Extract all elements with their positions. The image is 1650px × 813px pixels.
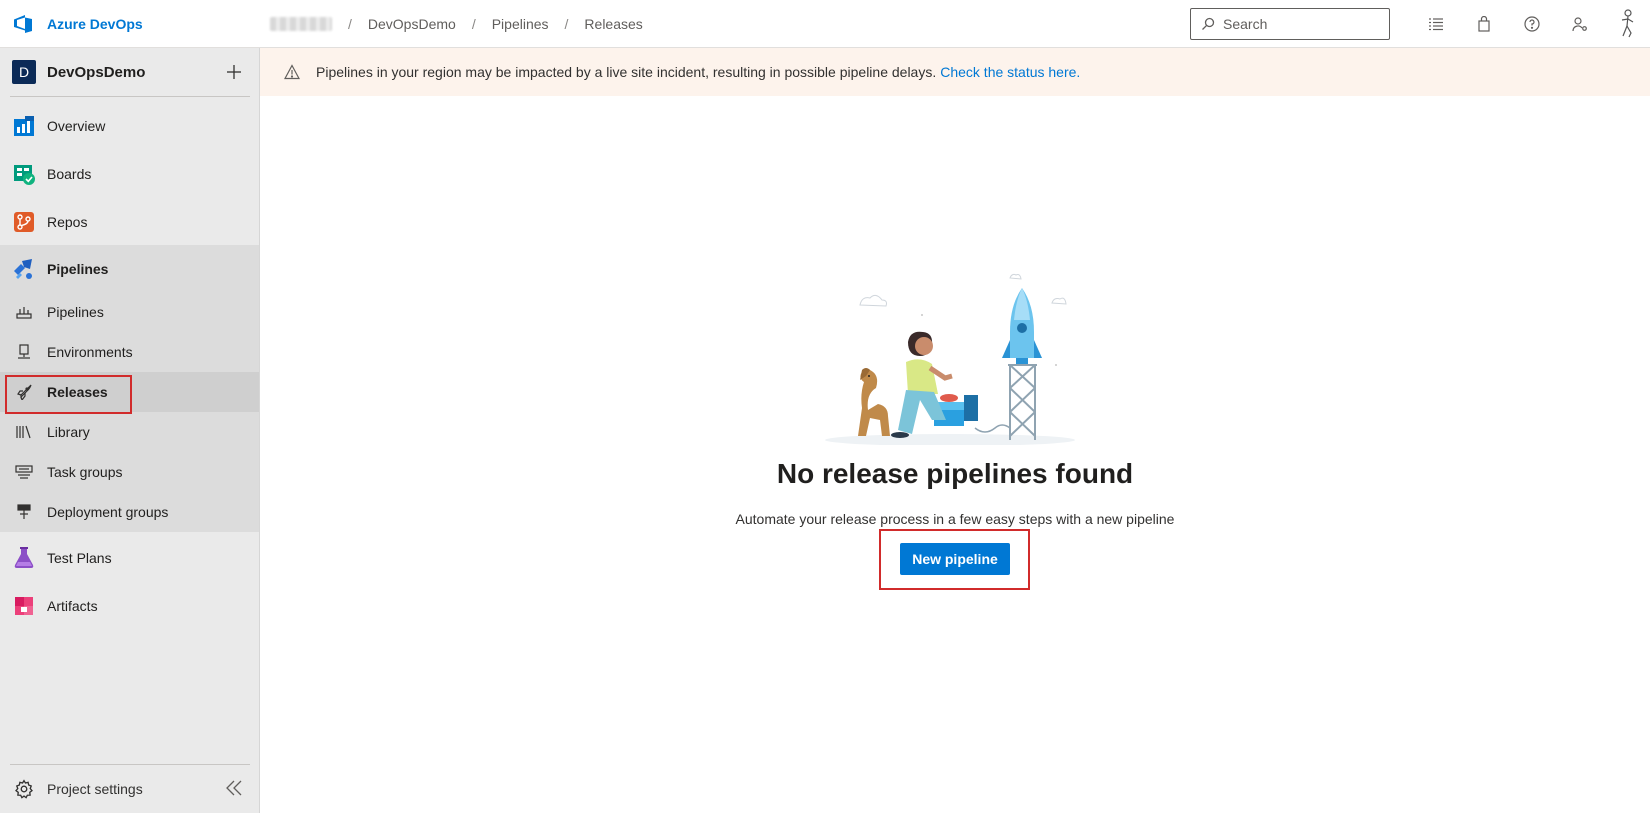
top-bar: Azure DevOps / DevOpsDemo / Pipelines / … <box>0 0 1650 48</box>
library-icon <box>14 422 34 442</box>
breadcrumb-separator: / <box>471 16 476 32</box>
artifacts-icon <box>12 594 36 618</box>
releases-highlight-box <box>5 375 132 414</box>
boards-icon <box>12 162 36 186</box>
sidebar-item-artifacts[interactable]: Artifacts <box>0 582 259 630</box>
sidebar: D DevOpsDemo Overview Boards Repos Pipel… <box>0 48 260 813</box>
avatar-icon[interactable] <box>1604 0 1650 48</box>
collapse-sidebar-icon[interactable] <box>225 779 245 799</box>
sidebar-subitem-library[interactable]: Library <box>0 412 259 452</box>
sidebar-item-label: Repos <box>47 214 88 230</box>
azure-devops-logo-icon <box>14 15 32 33</box>
breadcrumb-releases[interactable]: Releases <box>584 16 642 32</box>
pipeline-icon <box>14 302 34 322</box>
add-icon[interactable] <box>222 60 246 84</box>
search-icon <box>1202 17 1215 30</box>
user-settings-icon[interactable] <box>1556 0 1604 48</box>
release-illustration <box>825 273 1075 445</box>
sidebar-item-label: Overview <box>47 118 106 134</box>
incident-banner: Pipelines in your region may be impacted… <box>260 48 1650 96</box>
repos-icon <box>12 210 36 234</box>
new-pipeline-highlight-box <box>879 529 1030 590</box>
environments-icon <box>14 342 34 362</box>
empty-state-title: No release pipelines found <box>776 458 1134 489</box>
search-input[interactable]: Search <box>1190 8 1390 40</box>
warning-icon <box>284 64 300 80</box>
project-settings[interactable]: Project settings <box>0 765 259 813</box>
sidebar-divider <box>10 96 250 97</box>
status-link[interactable]: Check the status here. <box>940 64 1080 80</box>
sidebar-subitem-pipelines[interactable]: Pipelines <box>0 292 259 332</box>
sidebar-subitem-label: Deployment groups <box>47 504 169 520</box>
sidebar-subitem-deployment-groups[interactable]: Deployment groups <box>0 492 259 532</box>
sidebar-item-label: Boards <box>47 166 92 182</box>
deployment-groups-icon <box>14 502 34 522</box>
project-header[interactable]: D DevOpsDemo <box>0 48 260 96</box>
sidebar-item-repos[interactable]: Repos <box>0 198 259 246</box>
breadcrumb-pipelines[interactable]: Pipelines <box>492 16 549 32</box>
sidebar-item-boards[interactable]: Boards <box>0 150 259 198</box>
sidebar-subitem-label: Task groups <box>47 464 123 480</box>
sidebar-subitem-task-groups[interactable]: Task groups <box>0 452 259 492</box>
rocket-tower <box>1008 364 1037 440</box>
sidebar-subitem-label: Environments <box>47 344 133 360</box>
overview-icon <box>12 114 36 138</box>
test-plans-icon <box>12 546 36 570</box>
breadcrumb-project[interactable]: DevOpsDemo <box>368 16 456 32</box>
task-list-icon[interactable] <box>1412 0 1460 48</box>
gear-icon <box>15 779 33 799</box>
project-avatar: D <box>12 60 36 84</box>
brand[interactable]: Azure DevOps <box>12 12 143 36</box>
sidebar-item-label: Artifacts <box>47 598 98 614</box>
breadcrumb: / DevOpsDemo / Pipelines / Releases <box>270 0 643 48</box>
breadcrumb-separator: / <box>564 16 569 32</box>
sidebar-subitem-label: Library <box>47 424 90 440</box>
sidebar-item-test-plans[interactable]: Test Plans <box>0 534 259 582</box>
sidebar-subitem-environments[interactable]: Environments <box>0 332 259 372</box>
shopping-bag-icon[interactable] <box>1460 0 1508 48</box>
empty-state-subtitle: Automate your release process in a few e… <box>735 511 1175 527</box>
sidebar-item-pipelines[interactable]: Pipelines <box>0 245 259 293</box>
task-groups-icon <box>14 462 34 482</box>
sidebar-item-overview[interactable]: Overview <box>0 102 259 150</box>
search-placeholder: Search <box>1223 16 1268 32</box>
breadcrumb-organization[interactable] <box>270 17 332 31</box>
breadcrumb-separator: / <box>348 16 352 32</box>
banner-text: Pipelines in your region may be impacted… <box>316 64 937 80</box>
pipelines-icon <box>12 257 36 281</box>
sidebar-subitem-label: Pipelines <box>47 304 104 320</box>
project-settings-label: Project settings <box>47 781 143 797</box>
help-icon[interactable] <box>1508 0 1556 48</box>
sidebar-item-label: Test Plans <box>47 550 112 566</box>
sidebar-item-label: Pipelines <box>47 261 109 277</box>
app-name: Azure DevOps <box>47 16 143 32</box>
project-name: DevOpsDemo <box>47 63 146 81</box>
top-icons <box>1412 0 1650 48</box>
